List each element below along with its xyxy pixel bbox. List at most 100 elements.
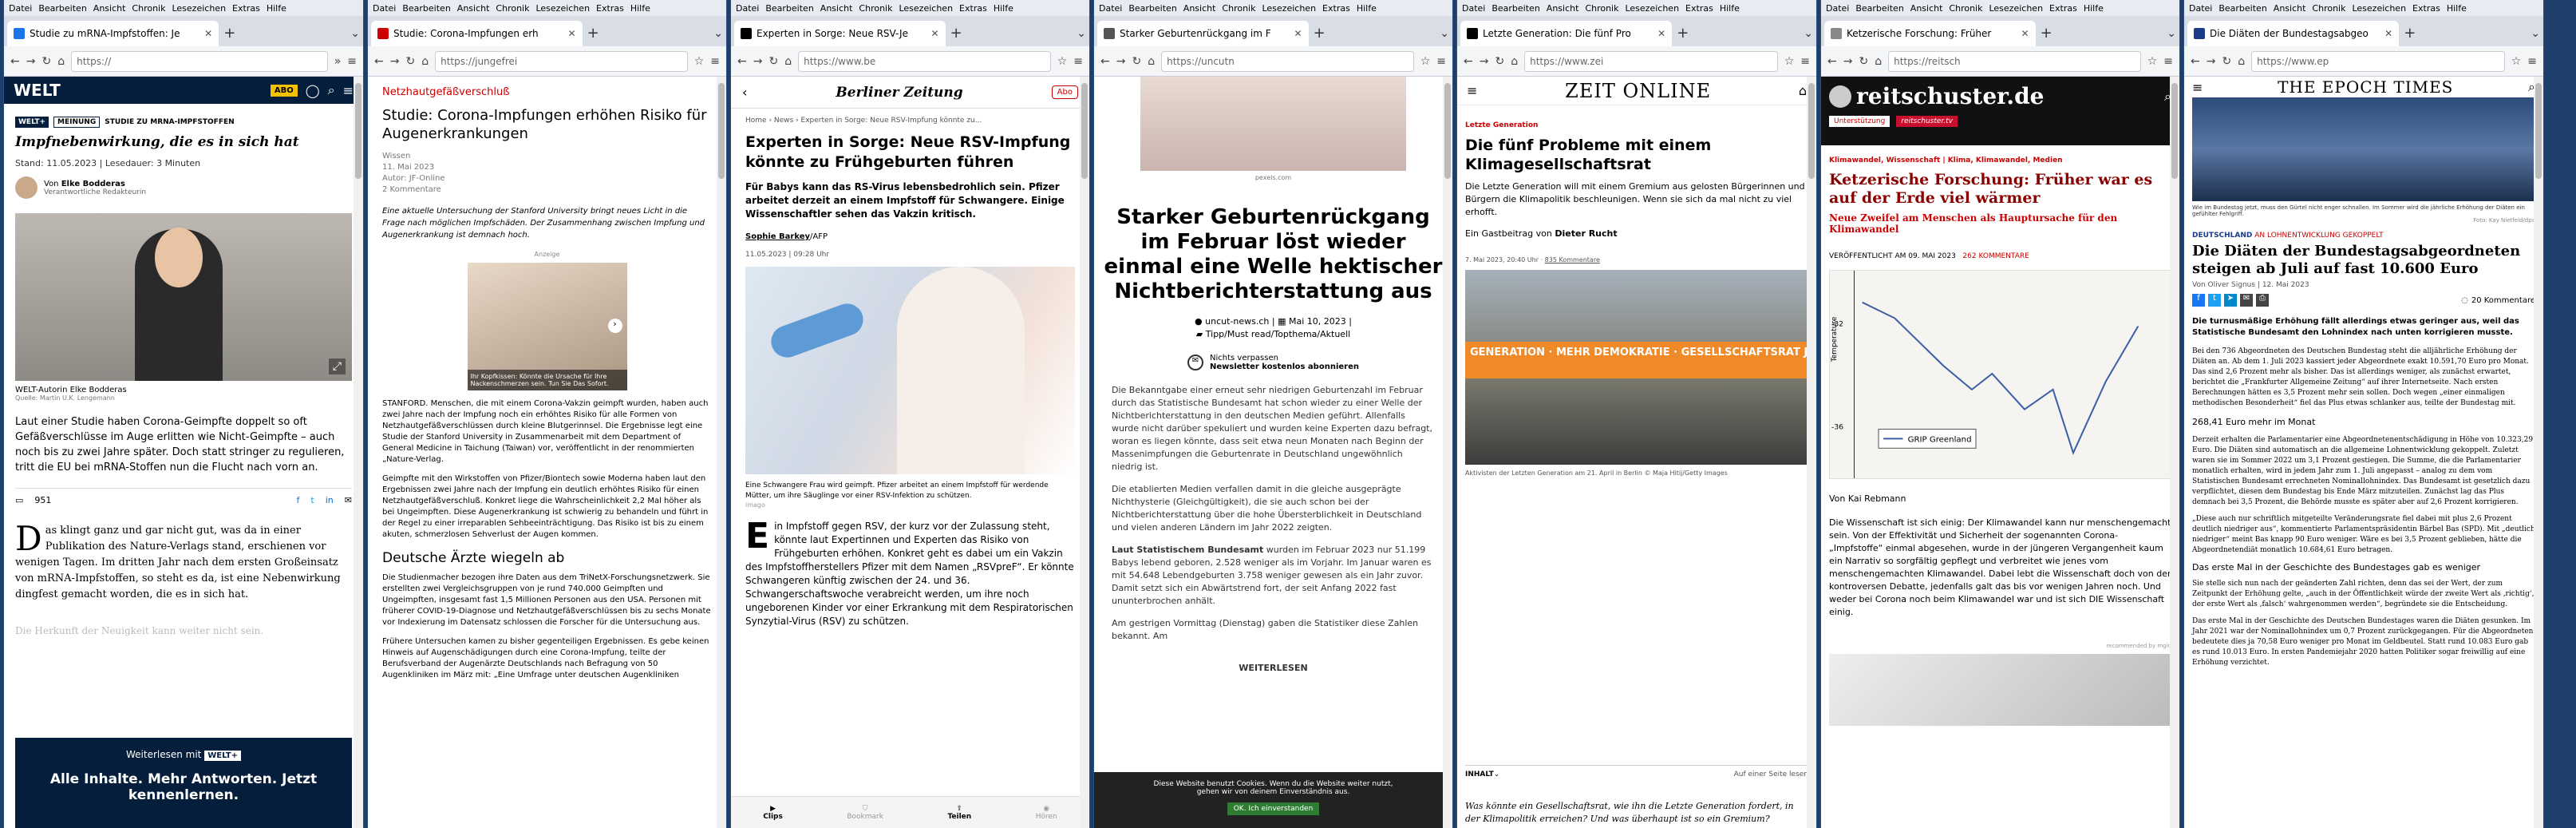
scrollbar[interactable]	[1080, 77, 1089, 828]
menu-bookmarks[interactable]: Lesezeichen	[1625, 3, 1679, 14]
back-icon[interactable]: ←	[1827, 55, 1837, 68]
facebook-icon[interactable]: f	[2192, 294, 2205, 307]
reload-icon[interactable]: ↻	[1495, 55, 1504, 68]
close-tab-icon[interactable]: ✕	[204, 28, 212, 39]
menu-icon[interactable]: ≡	[343, 83, 354, 98]
forward-icon[interactable]: →	[2207, 55, 2216, 68]
menu-view[interactable]: Ansicht	[1910, 3, 1943, 14]
menu-view[interactable]: Ansicht	[2274, 3, 2306, 14]
menu-bookmarks[interactable]: Lesezeichen	[1262, 3, 1316, 14]
user-icon[interactable]: ◯	[306, 83, 320, 98]
author-name[interactable]: Sophie Barkey	[745, 232, 810, 241]
meta-comments[interactable]: 2 Kommentare	[382, 184, 712, 196]
menu-help[interactable]: Hilfe	[2084, 3, 2104, 14]
home-icon[interactable]: ⌂	[2238, 55, 2245, 68]
browser-tab[interactable]: Die Diäten der Bundestagsabgeo ✕	[2187, 21, 2400, 46]
scrollbar[interactable]	[1807, 77, 1816, 828]
scrollbar[interactable]	[2534, 77, 2543, 828]
menu-file[interactable]: Datei	[2189, 3, 2212, 14]
new-tab-icon[interactable]: +	[2404, 25, 2416, 46]
menu-edit[interactable]: Bearbeiten	[765, 3, 813, 14]
menu-icon[interactable]: ≡	[1436, 55, 1446, 68]
tag-topic[interactable]: STUDIE ZU MRNA-IMPFSTOFFEN	[105, 117, 234, 128]
extensions-icon[interactable]: »	[334, 55, 342, 68]
back-icon[interactable]: ←	[10, 55, 20, 68]
tv-button[interactable]: reitschuster.tv	[1896, 116, 1958, 127]
site-logo[interactable]: reitschuster.de	[1856, 83, 2045, 109]
new-tab-icon[interactable]: +	[223, 25, 235, 46]
menu-bookmarks[interactable]: Lesezeichen	[2352, 3, 2406, 14]
menu-view[interactable]: Ansicht	[1183, 3, 1216, 14]
twitter-icon[interactable]: t	[310, 495, 314, 505]
menu-help[interactable]: Hilfe	[1720, 3, 1740, 14]
forward-icon[interactable]: →	[390, 55, 400, 68]
menu-icon[interactable]: ≡	[1467, 83, 1477, 98]
single-page-link[interactable]: Auf einer Seite lesen	[1734, 771, 1808, 778]
menu-tools[interactable]: Extras	[596, 3, 624, 14]
mail-icon[interactable]: ✉	[345, 495, 352, 505]
menu-icon[interactable]: ≡	[1800, 55, 1810, 68]
forward-icon[interactable]: →	[1843, 55, 1853, 68]
menu-history[interactable]: Chronik	[859, 3, 892, 14]
paywall-headline[interactable]: Alle Inhalte. Mehr Antworten. Jetzt kenn…	[15, 771, 352, 803]
menu-view[interactable]: Ansicht	[1547, 3, 1579, 14]
comment-icon[interactable]: ▭	[15, 495, 23, 505]
breadcrumb[interactable]: Home › News › Experten in Sorge: Neue RS…	[745, 117, 1075, 125]
new-tab-icon[interactable]: +	[1677, 25, 1689, 46]
browser-tab[interactable]: Starker Geburtenrückgang im F ✕	[1097, 21, 1309, 46]
listen-button[interactable]: ◉ Hören	[1036, 805, 1057, 821]
forward-icon[interactable]: →	[26, 55, 36, 68]
tag-meinung[interactable]: MEINUNG	[53, 117, 101, 128]
list-tabs-icon[interactable]: ⌄	[1077, 27, 1086, 46]
menu-edit[interactable]: Bearbeiten	[38, 3, 86, 14]
menu-bookmarks[interactable]: Lesezeichen	[899, 3, 953, 14]
new-tab-icon[interactable]: +	[1314, 25, 1326, 46]
menu-icon[interactable]: ≡	[2527, 55, 2537, 68]
menu-tools[interactable]: Extras	[1322, 3, 1350, 14]
menu-icon[interactable]: ≡	[1073, 55, 1083, 68]
author-name[interactable]: Von Oliver Signus	[2192, 281, 2255, 289]
abo-button[interactable]: ABO	[270, 84, 298, 97]
forward-icon[interactable]: →	[1480, 55, 1489, 68]
comments-link[interactable]: 20 Kommentare	[2471, 296, 2535, 305]
reload-icon[interactable]: ↻	[768, 55, 778, 68]
browser-tab[interactable]: Ketzerische Forschung: Früher ✕	[1824, 21, 2036, 46]
menu-icon[interactable]: ≡	[2192, 80, 2203, 95]
home-icon[interactable]: ⌂	[784, 55, 792, 68]
back-icon[interactable]: ←	[2191, 55, 2200, 68]
menu-icon[interactable]: ≡	[2163, 55, 2173, 68]
menu-help[interactable]: Hilfe	[630, 3, 650, 14]
read-more-link[interactable]: WEITERLESEN	[1112, 662, 1435, 675]
browser-tab[interactable]: Studie zu mRNA-Impfstoffen: Je ✕	[7, 21, 219, 46]
scrollbar[interactable]	[2170, 77, 2179, 828]
reload-icon[interactable]: ↻	[41, 55, 51, 68]
browser-tab[interactable]: Studie: Corona-Impfungen erh ✕	[371, 21, 583, 46]
bookmark-star-icon[interactable]: ☆	[2147, 55, 2158, 68]
menu-help[interactable]: Hilfe	[2447, 3, 2467, 14]
menu-edit[interactable]: Bearbeiten	[1128, 3, 1176, 14]
menu-history[interactable]: Chronik	[2312, 3, 2345, 14]
site-logo[interactable]: THE EPOCH TIMES	[2278, 77, 2453, 97]
scrollbar[interactable]	[717, 77, 726, 828]
menu-edit[interactable]: Bearbeiten	[402, 3, 450, 14]
author-name[interactable]: Elke Bodderas	[61, 180, 125, 188]
bookmark-star-icon[interactable]: ☆	[1420, 55, 1431, 68]
user-icon[interactable]: ⌂	[1799, 83, 1807, 98]
menu-history[interactable]: Chronik	[1949, 3, 1982, 14]
menu-icon[interactable]: ≡	[710, 55, 720, 68]
site-logo[interactable]: Berliner Zeitung	[836, 85, 962, 101]
article-kicker[interactable]: Letzte Generation	[1465, 121, 1808, 129]
menu-bookmarks[interactable]: Lesezeichen	[172, 3, 226, 14]
list-tabs-icon[interactable]: ⌄	[350, 27, 360, 46]
menu-help[interactable]: Hilfe	[1357, 3, 1377, 14]
expand-icon[interactable]: ⤢	[328, 359, 346, 374]
twitter-icon[interactable]: t	[2208, 294, 2221, 307]
home-icon[interactable]: ⌂	[421, 55, 429, 68]
menu-file[interactable]: Datei	[1462, 3, 1485, 14]
site-logo[interactable]: ZEIT ONLINE	[1565, 80, 1711, 102]
menu-help[interactable]: Hilfe	[994, 3, 1013, 14]
meta-section[interactable]: Wissen	[382, 151, 712, 162]
close-tab-icon[interactable]: ✕	[2384, 28, 2392, 39]
menu-help[interactable]: Hilfe	[267, 3, 286, 14]
clips-button[interactable]: ▶ Clips	[763, 805, 783, 821]
